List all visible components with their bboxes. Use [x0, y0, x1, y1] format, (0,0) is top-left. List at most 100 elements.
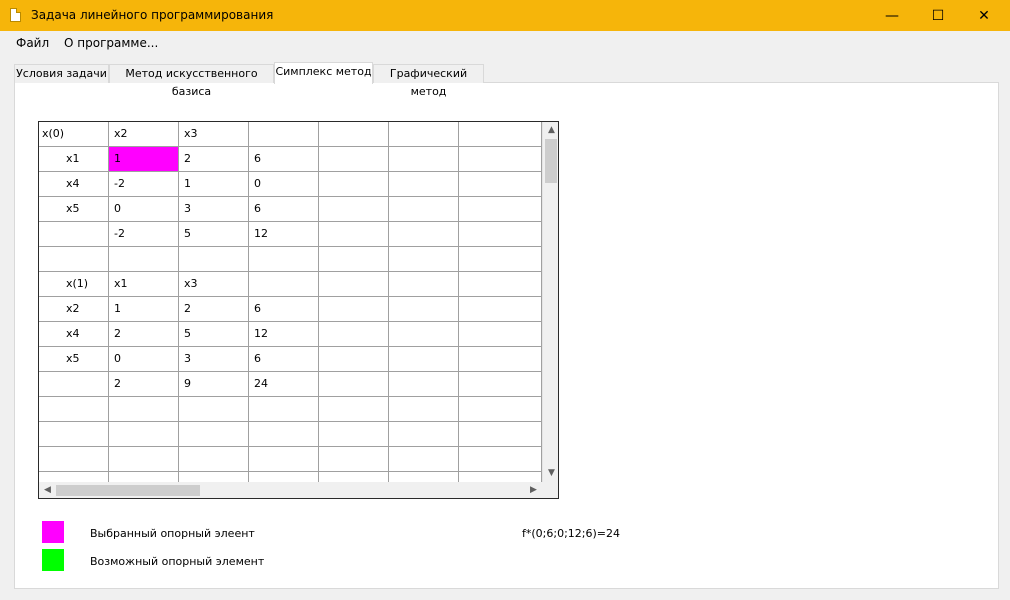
table-cell[interactable]	[389, 147, 459, 172]
table-cell[interactable]	[179, 422, 249, 447]
table-cell[interactable]	[389, 297, 459, 322]
table-cell[interactable]	[319, 172, 389, 197]
row-header-cell[interactable]	[39, 247, 109, 272]
scroll-left-icon[interactable]: ◀	[39, 482, 56, 498]
table-cell[interactable]	[319, 322, 389, 347]
row-header-cell[interactable]	[39, 447, 109, 472]
table-cell[interactable]	[459, 122, 542, 147]
table-cell[interactable]	[459, 422, 542, 447]
vertical-scroll-thumb[interactable]	[545, 139, 557, 183]
table-cell[interactable]: 12	[249, 322, 319, 347]
row-header-cell[interactable]: x1	[39, 147, 109, 172]
table-cell[interactable]	[389, 372, 459, 397]
table-cell[interactable]	[459, 272, 542, 297]
row-header-cell[interactable]: x4	[39, 172, 109, 197]
table-cell[interactable]	[459, 147, 542, 172]
table-cell[interactable]	[389, 397, 459, 422]
table-cell[interactable]: 1	[109, 147, 179, 172]
table-cell[interactable]	[249, 122, 319, 147]
table-cell[interactable]: 6	[249, 197, 319, 222]
table-cell[interactable]: 5	[179, 222, 249, 247]
row-header-cell[interactable]: x(0)	[39, 122, 109, 147]
table-cell[interactable]	[249, 422, 319, 447]
table-cell[interactable]	[319, 297, 389, 322]
table-cell[interactable]	[319, 272, 389, 297]
horizontal-scroll-thumb[interactable]	[56, 485, 200, 496]
title-bar[interactable]: Задача линейного программирования — ☐ ✕	[0, 0, 1010, 31]
tab-artificial-basis[interactable]: Метод искусственного базиса	[109, 64, 274, 98]
table-cell[interactable]: 24	[249, 372, 319, 397]
scroll-down-icon[interactable]: ▼	[543, 465, 558, 482]
table-cell[interactable]	[319, 122, 389, 147]
table-cell[interactable]	[389, 322, 459, 347]
table-cell[interactable]	[459, 472, 542, 482]
table-cell[interactable]	[319, 472, 389, 482]
table-cell[interactable]	[389, 172, 459, 197]
table-cell[interactable]	[459, 247, 542, 272]
table-cell[interactable]: 0	[109, 197, 179, 222]
table-cell[interactable]: x1	[109, 272, 179, 297]
row-header-cell[interactable]: x5	[39, 197, 109, 222]
table-cell[interactable]	[319, 447, 389, 472]
table-cell[interactable]	[459, 322, 542, 347]
menu-file[interactable]: Файл	[16, 36, 49, 50]
table-cell[interactable]: 5	[179, 322, 249, 347]
table-cell[interactable]	[249, 472, 319, 482]
table-cell[interactable]	[249, 447, 319, 472]
table-cell[interactable]	[249, 397, 319, 422]
table-cell[interactable]	[459, 397, 542, 422]
table-cell[interactable]	[389, 447, 459, 472]
row-header-cell[interactable]	[39, 372, 109, 397]
table-cell[interactable]: 2	[179, 147, 249, 172]
menu-about[interactable]: О программе...	[64, 36, 158, 50]
table-cell[interactable]	[459, 447, 542, 472]
scroll-right-icon[interactable]: ▶	[525, 482, 542, 498]
row-header-cell[interactable]	[39, 472, 109, 482]
table-cell[interactable]	[459, 197, 542, 222]
table-cell[interactable]: 0	[109, 347, 179, 372]
table-cell[interactable]	[389, 347, 459, 372]
table-cell[interactable]	[109, 422, 179, 447]
table-cell[interactable]	[179, 247, 249, 272]
table-cell[interactable]: x3	[179, 122, 249, 147]
table-cell[interactable]	[319, 372, 389, 397]
table-cell[interactable]	[319, 222, 389, 247]
simplex-table[interactable]: x(0) x2 x3 x1 1 2 6 x4 -2 1 0 x5 0 3 6 -2 5 12 x(1) x1 x3 x2 1…	[38, 121, 559, 499]
table-cell[interactable]	[109, 247, 179, 272]
tab-graphical[interactable]: Графический метод	[373, 64, 484, 98]
table-cell[interactable]: 9	[179, 372, 249, 397]
table-cell[interactable]	[319, 422, 389, 447]
table-cell[interactable]	[389, 247, 459, 272]
table-cell[interactable]	[319, 147, 389, 172]
table-cell[interactable]	[109, 397, 179, 422]
table-cell[interactable]: 6	[249, 347, 319, 372]
row-header-cell[interactable]	[39, 397, 109, 422]
table-cell[interactable]	[179, 447, 249, 472]
table-cell[interactable]	[389, 222, 459, 247]
table-cell[interactable]	[319, 347, 389, 372]
scroll-up-icon[interactable]: ▲	[543, 122, 558, 139]
table-cell[interactable]	[179, 472, 249, 482]
vertical-scrollbar[interactable]: ▲ ▼	[542, 122, 558, 482]
row-header-cell[interactable]: x2	[39, 297, 109, 322]
table-cell[interactable]: 1	[109, 297, 179, 322]
table-cell[interactable]	[459, 372, 542, 397]
table-cell[interactable]	[179, 397, 249, 422]
table-cell[interactable]: 12	[249, 222, 319, 247]
table-cell[interactable]	[459, 172, 542, 197]
table-cell[interactable]: 3	[179, 197, 249, 222]
table-cell[interactable]	[319, 247, 389, 272]
table-cell[interactable]	[389, 122, 459, 147]
horizontal-scrollbar[interactable]: ◀ ▶	[39, 482, 542, 498]
table-cell[interactable]	[389, 472, 459, 482]
tab-conditions[interactable]: Условия задачи	[14, 64, 109, 83]
maximize-button[interactable]: ☐	[915, 0, 961, 31]
table-cell[interactable]: 2	[109, 322, 179, 347]
row-header-cell[interactable]	[39, 422, 109, 447]
close-button[interactable]: ✕	[961, 0, 1007, 31]
table-cell[interactable]	[389, 197, 459, 222]
table-cell[interactable]	[109, 472, 179, 482]
table-cell[interactable]: 2	[179, 297, 249, 322]
tab-simplex[interactable]: Симплекс метод	[274, 62, 373, 84]
table-cell[interactable]	[389, 422, 459, 447]
